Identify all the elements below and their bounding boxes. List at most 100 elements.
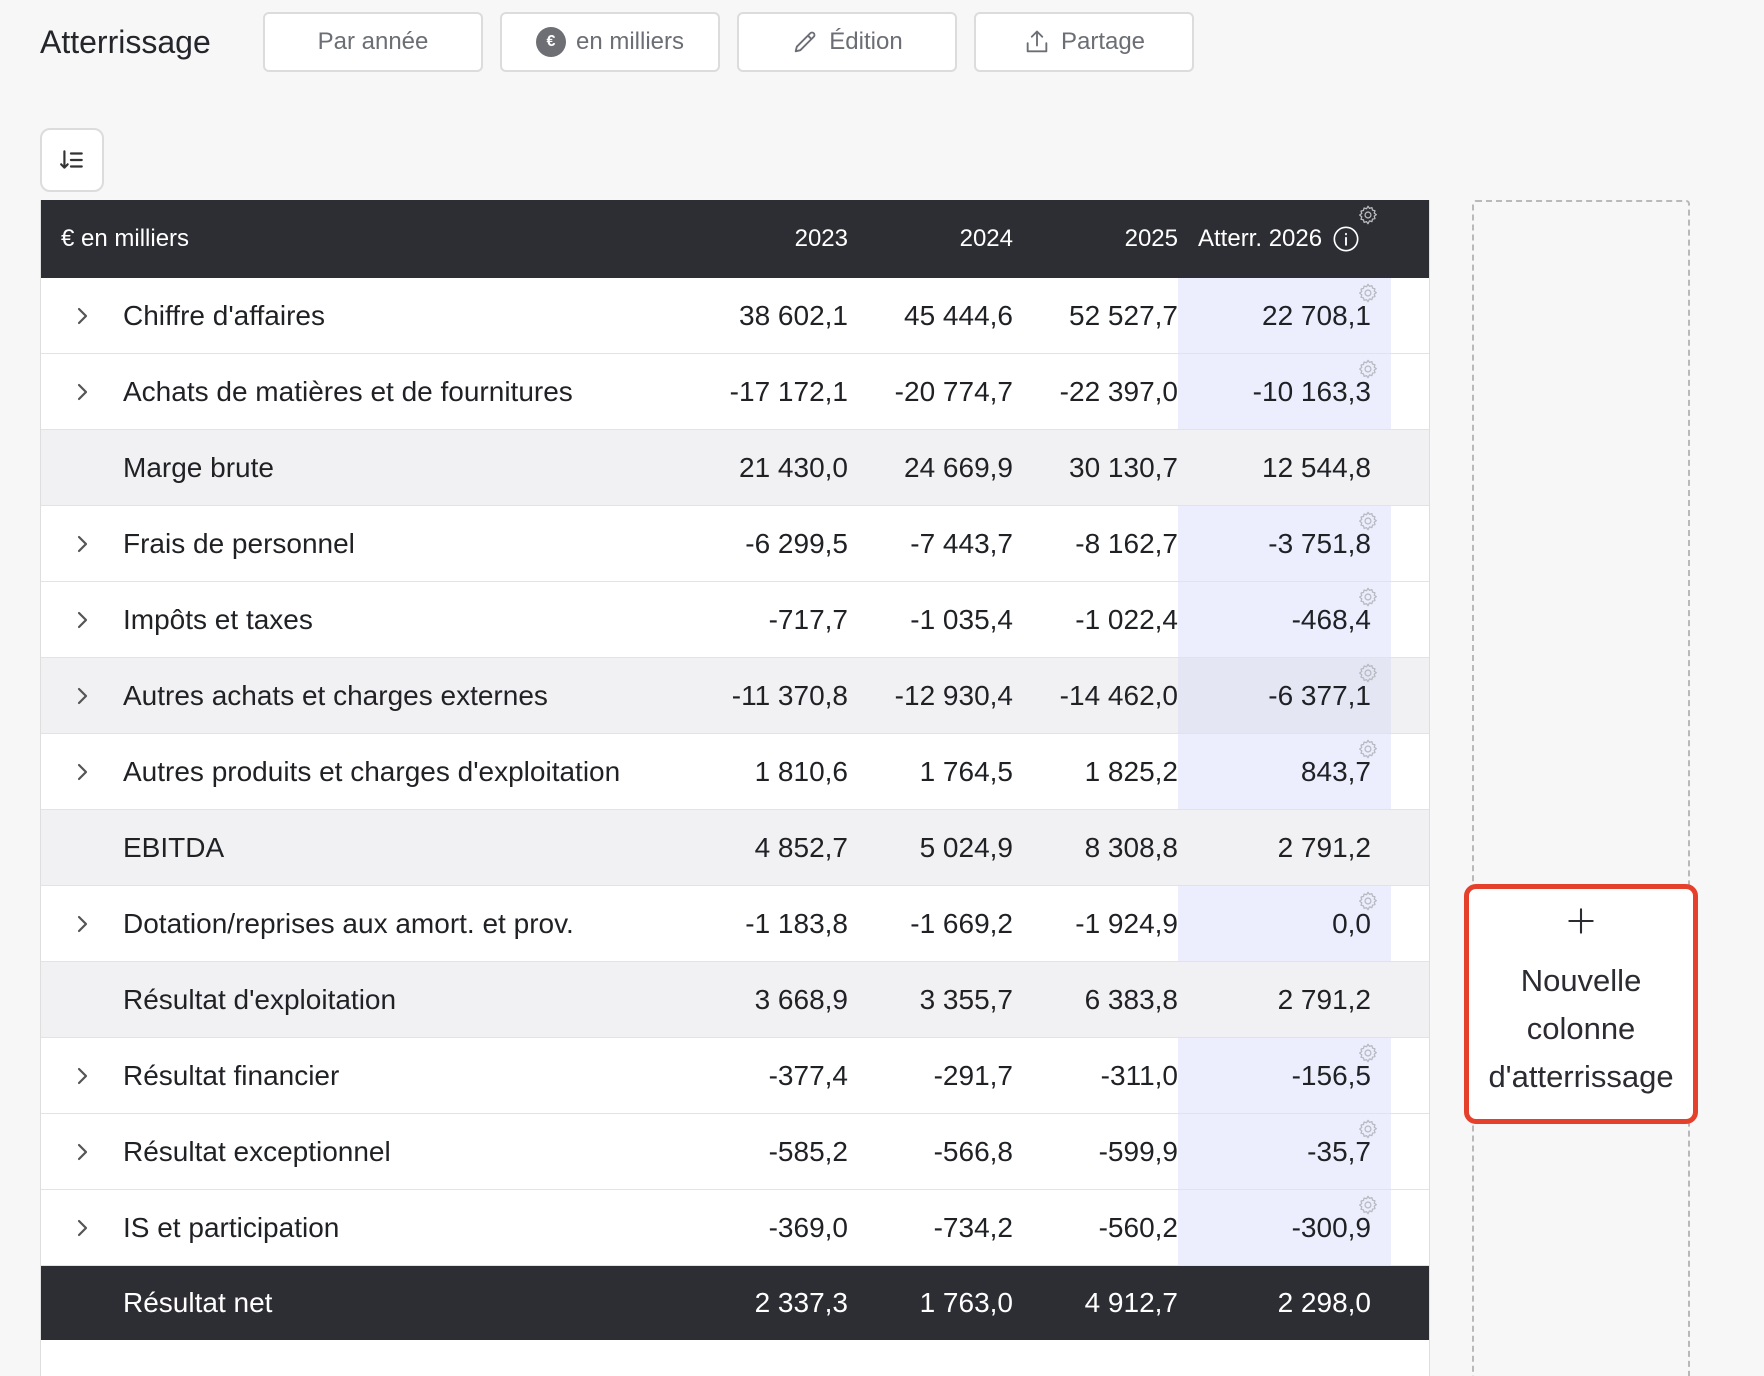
chevron-cell (41, 380, 123, 404)
value-cell: -369,0 (768, 1211, 848, 1243)
landing-value: 0,0 (1332, 907, 1371, 939)
chevron-cell (41, 684, 123, 708)
value-cell: -7 443,7 (910, 527, 1013, 559)
value-cell: -12 930,4 (894, 679, 1013, 711)
landing-cell[interactable]: -10 163,3 (1178, 354, 1391, 429)
landing-value: 843,7 (1300, 755, 1371, 787)
landing-value: 2 298,0 (1277, 1287, 1371, 1318)
chevron-right-icon[interactable] (70, 304, 94, 328)
gear-icon[interactable] (1357, 586, 1379, 608)
value-cell: -734,2 (933, 1211, 1013, 1243)
period-button-label: Par année (317, 28, 429, 55)
col-2025-header: 2025 (1124, 225, 1178, 252)
edit-button-label: Édition (829, 28, 903, 55)
chevron-right-icon[interactable] (70, 684, 94, 708)
value-cell: 38 602,1 (739, 299, 848, 331)
value-cell: 1 810,6 (754, 755, 848, 787)
sort-icon (60, 150, 83, 169)
unit-button-label: en milliers (575, 28, 685, 55)
col-2024-header: 2024 (959, 225, 1013, 252)
value-cell: -599,9 (1098, 1135, 1178, 1167)
landing-value: -6 377,1 (1268, 679, 1371, 711)
value-cell: 21 430,0 (739, 451, 848, 483)
landing-cell[interactable]: 843,7 (1178, 734, 1391, 809)
value-cell: 8 308,8 (1084, 831, 1178, 863)
landing-cell: 12 544,8 (1178, 430, 1391, 505)
share-button-label: Partage (1060, 28, 1146, 55)
table-row[interactable]: IS et participation -369,0 -734,2 -560,2 -30… (41, 1190, 1429, 1266)
table-row: Résultat net 2 337,3 1 763,0 4 912,7 2 298,0 (41, 1266, 1429, 1340)
chevron-right-icon[interactable] (70, 380, 94, 404)
gear-icon[interactable] (1357, 204, 1379, 226)
table-row[interactable]: Résultat exceptionnel -585,2 -566,8 -599,9 -… (41, 1114, 1429, 1190)
gear-icon[interactable] (1357, 662, 1379, 684)
row-label: Autres achats et charges externes (123, 679, 548, 711)
gear-icon[interactable] (1357, 510, 1379, 532)
landing-cell[interactable]: -35,7 (1178, 1114, 1391, 1189)
info-icon[interactable] (1332, 225, 1360, 253)
chevron-right-icon[interactable] (70, 608, 94, 632)
table-row[interactable]: Résultat financier -377,4 -291,7 -311,0 -156… (41, 1038, 1429, 1114)
table-row[interactable]: Achats de matières et de fournitures -17 … (41, 354, 1429, 430)
gear-icon[interactable] (1357, 1118, 1379, 1140)
period-button[interactable]: Par année (263, 12, 483, 72)
table-row[interactable]: Chiffre d'affaires 38 602,1 45 444,6 52 527… (41, 278, 1429, 354)
value-cell: -717,7 (768, 603, 848, 635)
row-label: Résultat d'exploitation (123, 983, 397, 1015)
landing-cell[interactable]: -468,4 (1178, 582, 1391, 657)
value-cell: -20 774,7 (894, 375, 1013, 407)
table-header: € en milliers 2023 2024 2025 Atterr. 202… (41, 200, 1429, 278)
new-landing-column-button[interactable]: Nouvelle colonne d'atterrissage (1464, 884, 1698, 1124)
new-column-label-2: colonne (1526, 1011, 1636, 1046)
row-label: Dotation/reprises aux amort. et prov. (123, 907, 574, 939)
landing-cell[interactable]: -6 377,1 (1178, 658, 1391, 733)
gear-icon[interactable] (1357, 1042, 1379, 1064)
col-2023-header: 2023 (794, 225, 848, 252)
value-cell: -1 924,9 (1075, 907, 1178, 939)
page-title: Atterrissage (40, 23, 211, 60)
unit-button[interactable]: € en milliers (500, 12, 720, 72)
table-row[interactable]: Frais de personnel -6 299,5 -7 443,7 -8 162… (41, 506, 1429, 582)
chevron-cell (41, 1140, 123, 1164)
gear-icon[interactable] (1357, 738, 1379, 760)
chevron-right-icon[interactable] (70, 532, 94, 556)
landing-cell[interactable]: 0,0 (1178, 886, 1391, 961)
landing-cell[interactable]: 22 708,1 (1178, 278, 1391, 353)
chevron-cell (41, 532, 123, 556)
value-cell: 4 912,7 (1084, 1287, 1178, 1318)
value-cell: -585,2 (768, 1135, 848, 1167)
edit-button[interactable]: Édition (737, 12, 957, 72)
landing-cell[interactable]: -300,9 (1178, 1190, 1391, 1265)
table-row[interactable]: Autres achats et charges externes -11 370… (41, 658, 1429, 734)
chevron-right-icon[interactable] (70, 1216, 94, 1240)
row-label: Chiffre d'affaires (123, 299, 325, 331)
landing-value: 22 708,1 (1262, 299, 1371, 331)
gear-icon[interactable] (1357, 358, 1379, 380)
chevron-right-icon[interactable] (70, 760, 94, 784)
row-label: Autres produits et charges d'exploitatio… (123, 755, 621, 787)
sort-button[interactable] (40, 128, 104, 192)
value-cell: 52 527,7 (1069, 299, 1178, 331)
plus-icon (1568, 908, 1594, 934)
value-cell: 1 825,2 (1084, 755, 1178, 787)
landing-cell: 2 791,2 (1178, 810, 1391, 885)
chevron-right-icon[interactable] (70, 1140, 94, 1164)
table-body: Chiffre d'affaires 38 602,1 45 444,6 52 527… (41, 278, 1429, 1340)
landing-cell[interactable]: -3 751,8 (1178, 506, 1391, 581)
table-row[interactable]: Impôts et taxes -717,7 -1 035,4 -1 022,4 -46… (41, 582, 1429, 658)
value-cell: -6 299,5 (745, 527, 848, 559)
table-row[interactable]: Autres produits et charges d'exploitatio… (41, 734, 1429, 810)
value-cell: -560,2 (1098, 1211, 1178, 1243)
value-cell: -8 162,7 (1075, 527, 1178, 559)
chevron-right-icon[interactable] (70, 912, 94, 936)
share-button[interactable]: Partage (974, 12, 1194, 72)
gear-icon[interactable] (1357, 282, 1379, 304)
table-row[interactable]: Dotation/reprises aux amort. et prov. -1 … (41, 886, 1429, 962)
landing-cell[interactable]: -156,5 (1178, 1038, 1391, 1113)
gear-icon[interactable] (1357, 890, 1379, 912)
chevron-right-icon[interactable] (70, 1064, 94, 1088)
row-label: Marge brute (123, 451, 274, 483)
col-landing-header: Atterr. 2026 (1178, 200, 1391, 278)
gear-icon[interactable] (1357, 1194, 1379, 1216)
row-label: Impôts et taxes (123, 603, 313, 635)
